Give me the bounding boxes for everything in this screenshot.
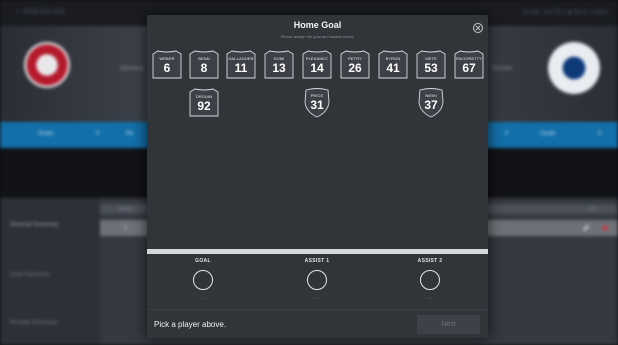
home-goal-dialog: Home Goal Please assign the goal and ass… <box>147 15 488 338</box>
close-button[interactable] <box>473 23 483 33</box>
player-number: 92 <box>197 99 211 113</box>
sidebar-item-general-summary: General Summary <box>10 222 59 228</box>
goal-slot: GOAL ... <box>173 258 233 301</box>
goal-slot-label: GOAL <box>195 258 211 264</box>
sidebar-item-goal-summary: Goal Summary <box>10 272 51 278</box>
away-team-label: Toronto <box>492 66 513 72</box>
player-number: 6 <box>163 61 171 75</box>
background-stat-value: 0 <box>598 131 602 137</box>
player-number: 67 <box>462 61 476 75</box>
pencil-icon <box>582 224 590 232</box>
player-number: 26 <box>348 61 362 75</box>
background-back-link: < PRESSURE <box>16 9 66 16</box>
background-stat-label: Goals <box>38 131 54 137</box>
dialog-subtitle: Please assign the goal and assists below… <box>280 34 355 39</box>
player-card-domi[interactable]: DOMI 13 <box>264 50 294 80</box>
player-card-price[interactable]: PRICE 31 <box>302 88 332 118</box>
goal-slot-target[interactable] <box>193 270 213 290</box>
home-team-label: Montreal <box>120 66 144 72</box>
player-card-petry[interactable]: PETRY 26 <box>340 50 370 80</box>
assist2-slot: ASSIST 2 ... <box>400 258 460 301</box>
footer-divider <box>147 309 488 310</box>
dialog-title: Home Goal <box>293 20 342 30</box>
player-card-mete[interactable]: METE 53 <box>416 50 446 80</box>
background-table-row-period: 1 <box>124 225 127 231</box>
background-stat-value: 0 <box>96 131 100 137</box>
goal-slot-placeholder: ... <box>199 295 207 301</box>
background-table-header-period: PERIOD <box>118 206 134 211</box>
assist1-slot-label: ASSIST 1 <box>304 258 330 264</box>
assist1-slot: ASSIST 1 ... <box>287 258 347 301</box>
player-card-weber[interactable]: WEBER 6 <box>152 50 182 80</box>
player-card-plekanec[interactable]: PLEKANEC 14 <box>302 50 332 80</box>
player-number: 14 <box>310 61 324 75</box>
delete-icon <box>602 225 608 231</box>
player-card-byron[interactable]: BYRON 41 <box>378 50 408 80</box>
background-stat-label: Goals <box>540 131 556 137</box>
player-number: 13 <box>272 61 286 75</box>
close-icon <box>475 25 481 31</box>
background-stat-value: 0 <box>505 131 509 137</box>
away-team-logo <box>548 42 600 94</box>
sidebar-item-penalty-summary: Penalty Summary <box>10 320 58 326</box>
player-card-pacioretty[interactable]: PACIORETTY 67 <box>454 50 484 80</box>
instruction-text: Pick a player above. <box>154 320 227 329</box>
background-stat-label: Pe <box>126 131 134 137</box>
assist2-slot-label: ASSIST 2 <box>417 258 443 264</box>
player-card-benn[interactable]: BENN 8 <box>189 50 219 80</box>
player-number: 11 <box>234 61 248 75</box>
player-card-drouin[interactable]: DROUIN 92 <box>189 88 219 118</box>
player-number: 31 <box>310 98 324 112</box>
assist2-slot-placeholder: ... <box>426 295 434 301</box>
home-team-logo <box>24 42 70 88</box>
player-number: 8 <box>200 61 208 75</box>
player-number: 53 <box>424 61 438 75</box>
assist2-slot-target[interactable] <box>420 270 440 290</box>
next-button[interactable]: Next <box>417 315 480 334</box>
background-top-links: GAME NOTES ▮ BOX LOGS <box>521 10 608 16</box>
player-number: 41 <box>386 61 400 75</box>
assist1-slot-placeholder: ... <box>313 295 321 301</box>
player-card-niemi[interactable]: NIEMI 37 <box>416 88 446 118</box>
player-number: 37 <box>424 98 438 112</box>
assist1-slot-target[interactable] <box>307 270 327 290</box>
background-table-header-edit: EDIT <box>589 206 599 211</box>
section-divider <box>147 249 488 254</box>
player-card-gallagher[interactable]: GALLAGHER 11 <box>226 50 256 80</box>
